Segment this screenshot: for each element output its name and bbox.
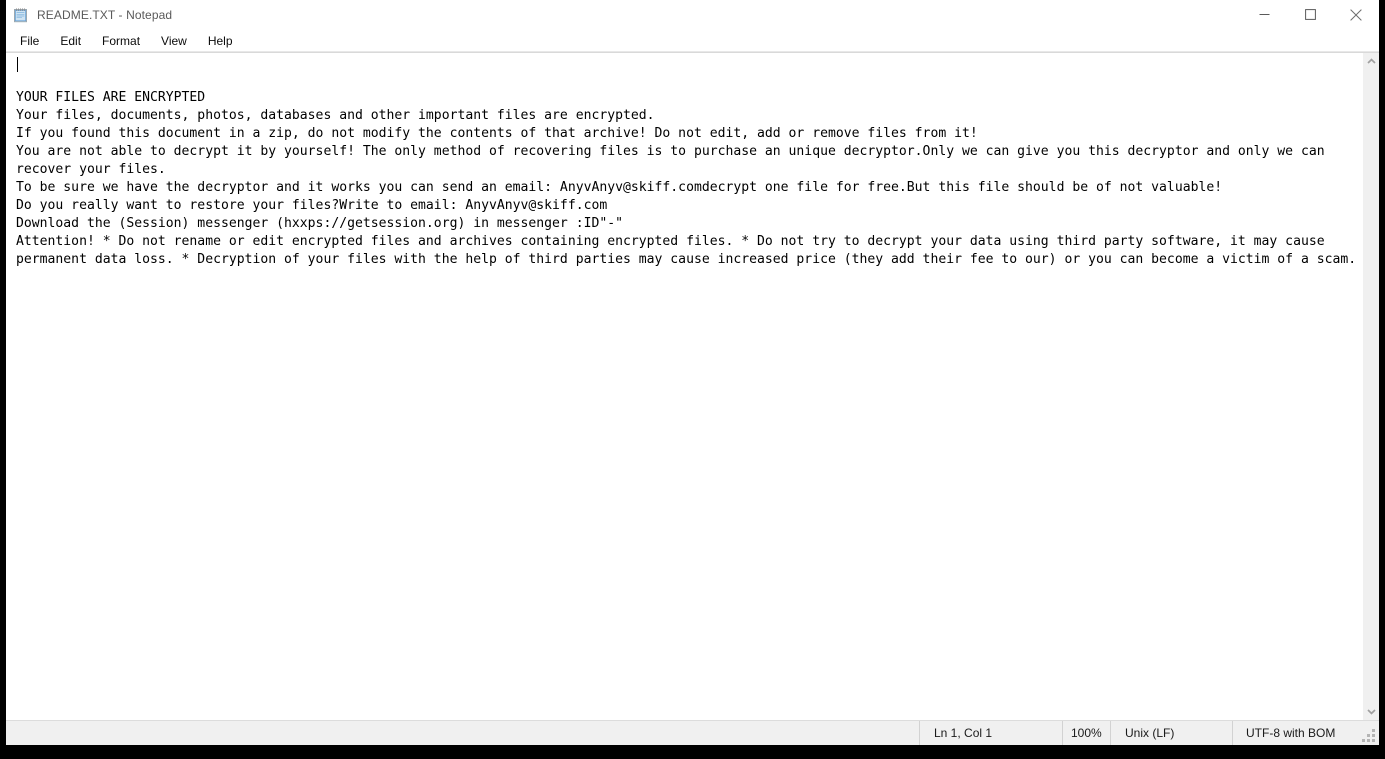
menu-item-help[interactable]: Help — [203, 32, 243, 50]
menu-bar: File Edit Format View Help — [6, 30, 1379, 52]
text-caret — [17, 57, 18, 72]
menu-item-file[interactable]: File — [15, 32, 49, 50]
chevron-down-icon — [1366, 709, 1376, 715]
scroll-down-button[interactable] — [1363, 703, 1379, 720]
maximize-icon — [1304, 9, 1316, 20]
status-bar: Ln 1, Col 1 100% Unix (LF) UTF-8 with BO… — [6, 720, 1379, 745]
maximize-button[interactable] — [1287, 0, 1333, 30]
menu-item-view[interactable]: View — [156, 32, 197, 50]
window-title: README.TXT - Notepad — [37, 7, 173, 22]
window-controls — [1241, 0, 1379, 30]
resize-grip[interactable] — [1362, 727, 1378, 743]
chevron-up-icon — [1366, 58, 1376, 64]
close-icon — [1350, 8, 1362, 21]
status-encoding[interactable]: UTF-8 with BOM — [1232, 721, 1362, 745]
menu-item-edit[interactable]: Edit — [55, 32, 91, 50]
status-zoom-level[interactable]: 100% — [1062, 721, 1110, 745]
menu-item-format[interactable]: Format — [97, 32, 150, 50]
vertical-scrollbar-thumb[interactable] — [1363, 70, 1379, 703]
text-editor-area[interactable]: YOUR FILES ARE ENCRYPTED Your files, doc… — [6, 53, 1362, 720]
vertical-scrollbar[interactable] — [1362, 53, 1379, 720]
minimize-icon — [1259, 14, 1269, 15]
status-line-ending[interactable]: Unix (LF) — [1110, 721, 1232, 745]
document-text[interactable]: YOUR FILES ARE ENCRYPTED Your files, doc… — [16, 56, 1362, 269]
title-bar[interactable]: README.TXT - Notepad — [6, 0, 1379, 30]
notepad-window: README.TXT - Notepad File Edit Format Vi… — [0, 0, 1379, 752]
close-button[interactable] — [1333, 0, 1379, 30]
editor-region: YOUR FILES ARE ENCRYPTED Your files, doc… — [6, 52, 1379, 720]
notepad-icon — [13, 7, 29, 23]
minimize-button[interactable] — [1241, 0, 1287, 30]
desktop-background: README.TXT - Notepad File Edit Format Vi… — [0, 0, 1385, 759]
scroll-up-button[interactable] — [1363, 53, 1379, 70]
status-cursor-position: Ln 1, Col 1 — [919, 721, 1062, 745]
status-bar-spacer — [6, 721, 919, 745]
vertical-scrollbar-track[interactable] — [1363, 70, 1379, 703]
